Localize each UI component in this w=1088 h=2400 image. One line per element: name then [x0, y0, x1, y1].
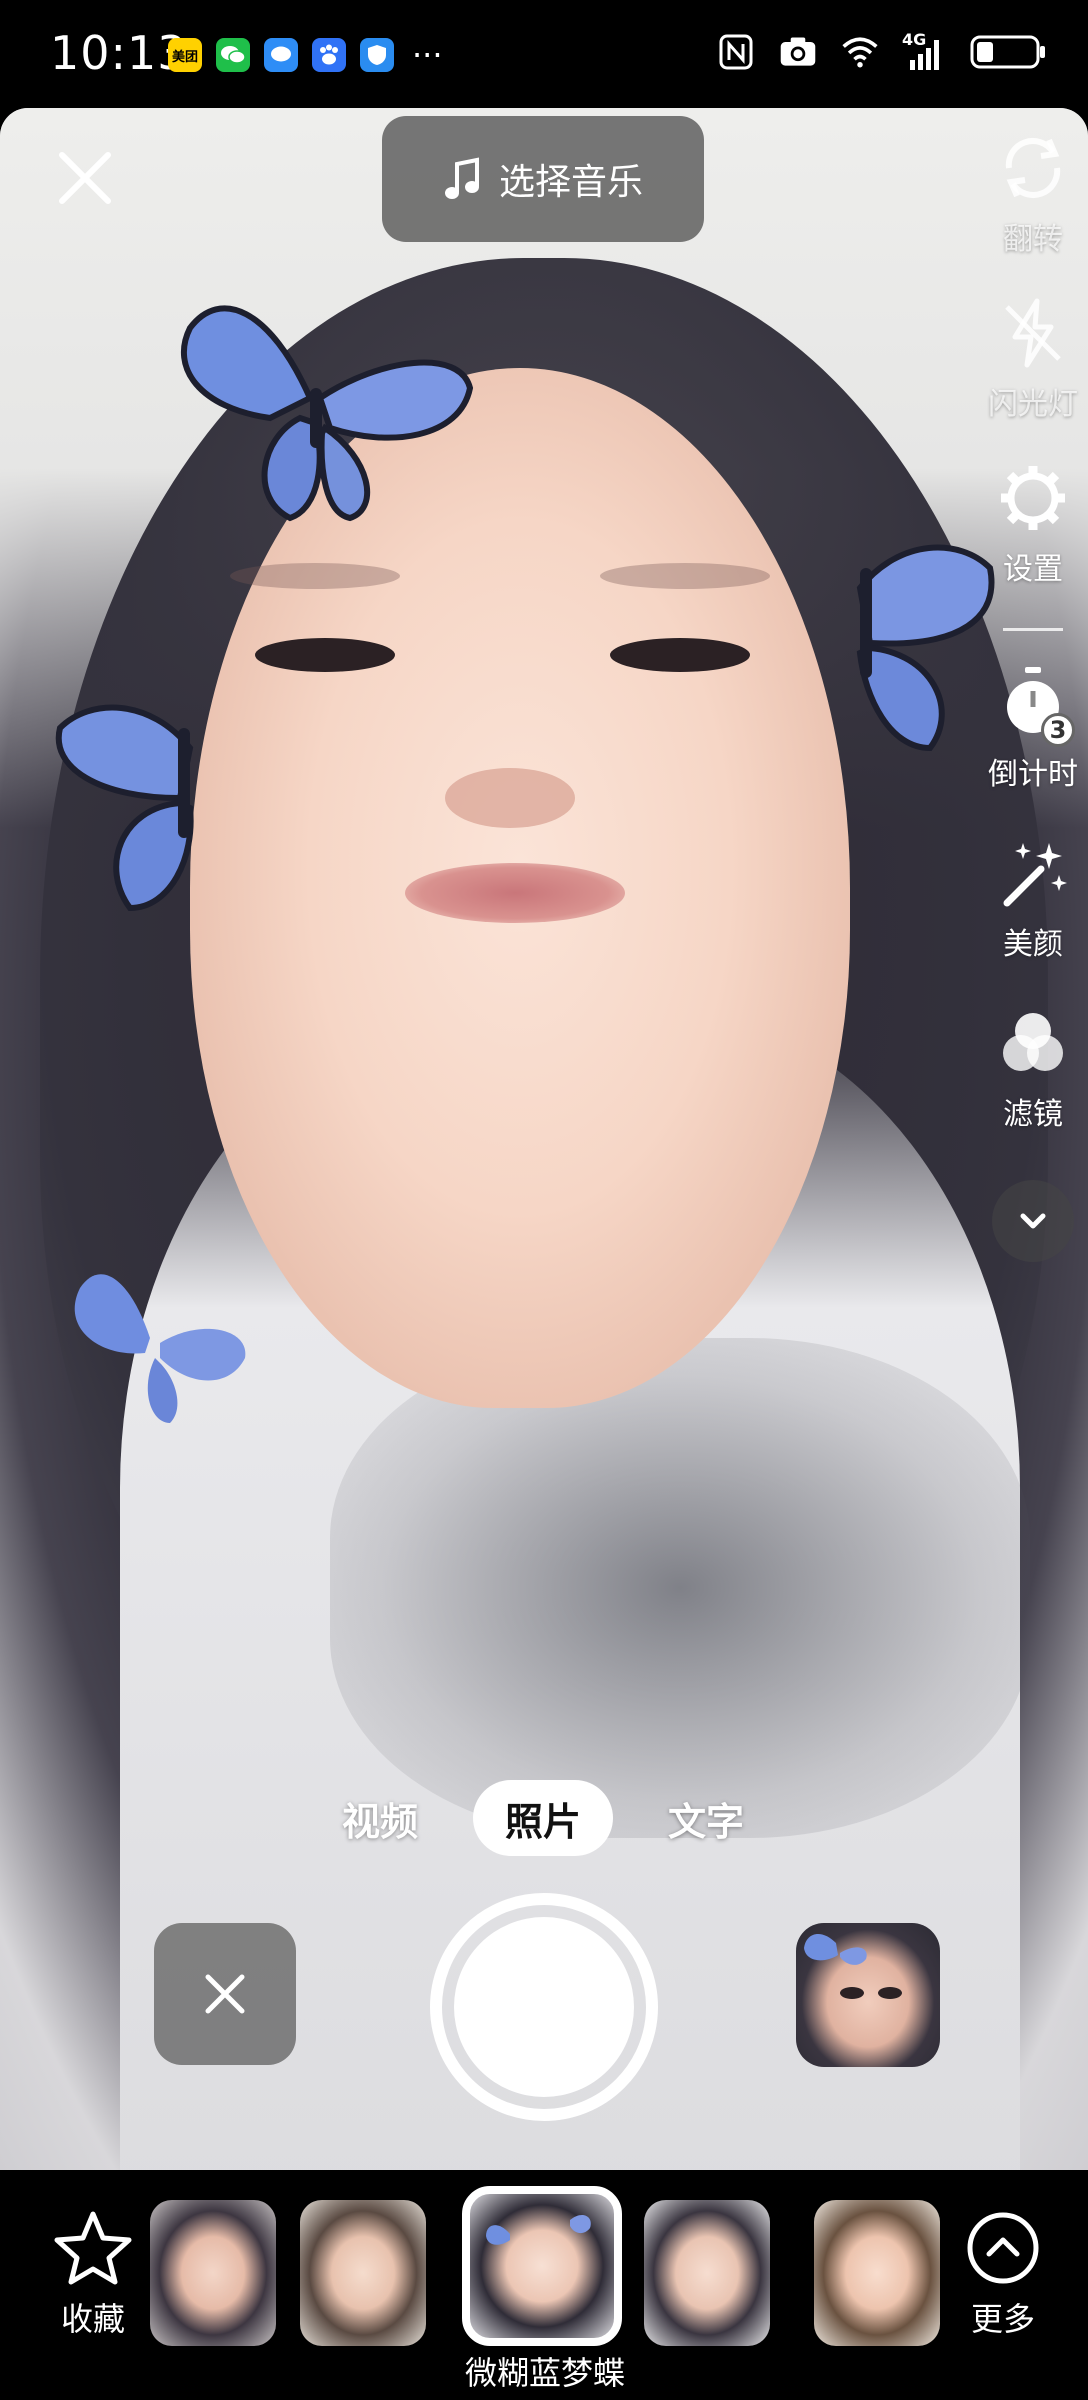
shutter-inner	[454, 1917, 634, 2097]
timer-label: 倒计时	[988, 757, 1078, 792]
timer-badge: 3	[1041, 713, 1075, 747]
chevron-up-circle-icon	[967, 2212, 1039, 2284]
select-music-label: 选择音乐	[498, 162, 643, 203]
meituan-icon: 美团	[168, 38, 202, 72]
select-music-button[interactable]: 选择音乐	[382, 116, 704, 242]
beauty-button[interactable]: 美颜	[978, 833, 1088, 963]
tab-text[interactable]: 文字	[656, 1780, 756, 1856]
magic-wand-icon	[1003, 843, 1067, 907]
favorites-button[interactable]: 收藏	[48, 2210, 138, 2340]
effect-thumb-1[interactable]	[150, 2200, 276, 2346]
signal-bars-icon	[910, 40, 939, 70]
more-label: 更多	[970, 2300, 1035, 2338]
flip-camera-button[interactable]: 翻转	[978, 128, 1088, 258]
flip-camera-icon	[1005, 137, 1061, 199]
flash-off-icon	[1005, 298, 1061, 368]
effect-bar: 收藏 微糊蓝梦蝶 更多	[0, 2170, 1088, 2400]
shutter-button[interactable]	[430, 1893, 658, 2121]
music-note-icon	[444, 157, 479, 199]
more-notifications-indicator: ···	[412, 36, 443, 74]
effect-thumb-4[interactable]	[644, 2200, 770, 2346]
butterfly-sticker-top	[181, 305, 474, 522]
status-time: 10:13	[50, 26, 188, 80]
camera-status-icon	[780, 37, 816, 66]
rail-divider	[1003, 628, 1063, 631]
effect-thumb-2[interactable]	[300, 2200, 426, 2346]
selected-effect-butterfly	[486, 2214, 591, 2245]
tab-photo[interactable]: 照片	[473, 1780, 613, 1856]
notification-icons: 美团 ···	[168, 38, 443, 72]
butterfly-sticker-lower	[74, 1274, 246, 1423]
left-eye	[255, 638, 395, 672]
camera-preview[interactable]: 选择音乐 翻转 闪光灯 设置 3 倒计时 美颜 滤镜 视频 照片 文字	[0, 108, 1088, 2170]
mouth	[405, 863, 625, 923]
filter-icon	[1003, 1013, 1063, 1071]
baidu-icon	[312, 38, 346, 72]
message-icon	[264, 38, 298, 72]
flash-button[interactable]: 闪光灯	[978, 293, 1088, 423]
shirt-print	[330, 1338, 1030, 1838]
effect-thumb-selected[interactable]	[462, 2186, 622, 2346]
beauty-label: 美颜	[1003, 927, 1063, 962]
left-eyebrow	[230, 563, 400, 589]
status-bar: 10:13 美团 ··· 4G	[0, 0, 1088, 108]
wifi-icon	[842, 37, 878, 68]
gear-icon	[1001, 466, 1065, 530]
close-camera-button[interactable]	[50, 143, 120, 213]
cancel-effect-button[interactable]	[154, 1923, 296, 2065]
nose	[445, 768, 575, 828]
wechat-icon	[216, 38, 250, 72]
flash-label: 闪光灯	[988, 387, 1078, 422]
shield-icon	[360, 38, 394, 72]
effect-thumb-5[interactable]	[814, 2200, 940, 2346]
cellular-signal: 4G	[902, 30, 948, 74]
filter-label: 滤镜	[1003, 1097, 1063, 1132]
filter-button[interactable]: 滤镜	[978, 1003, 1088, 1133]
flip-label: 翻转	[1003, 222, 1063, 257]
timer-button[interactable]: 3 倒计时	[978, 663, 1088, 793]
right-eyebrow	[600, 563, 770, 589]
expand-tools-button[interactable]	[992, 1180, 1074, 1262]
gallery-butterfly	[804, 1933, 902, 1999]
nfc-icon	[719, 34, 753, 70]
close-icon	[205, 1974, 245, 2014]
chevron-down-icon	[1020, 1213, 1046, 1229]
meituan-badge-label: 美团	[171, 49, 198, 65]
star-icon	[54, 2211, 132, 2285]
gallery-thumbnail[interactable]	[796, 1923, 940, 2067]
more-effects-button[interactable]: 更多	[948, 2210, 1058, 2340]
butterfly-sticker-left	[55, 704, 194, 912]
capture-mode-tabs: 视频 照片 文字	[0, 1780, 1088, 1860]
favorites-label: 收藏	[60, 2300, 125, 2338]
system-icons: 4G	[716, 30, 1048, 74]
settings-button[interactable]: 设置	[978, 458, 1088, 588]
tab-video[interactable]: 视频	[330, 1780, 430, 1856]
effect-carousel	[150, 2186, 940, 2350]
selected-effect-name: 微糊蓝梦蝶	[464, 2354, 625, 2392]
battery-icon	[970, 35, 1045, 69]
settings-label: 设置	[1003, 552, 1063, 587]
right-eye	[610, 638, 750, 672]
